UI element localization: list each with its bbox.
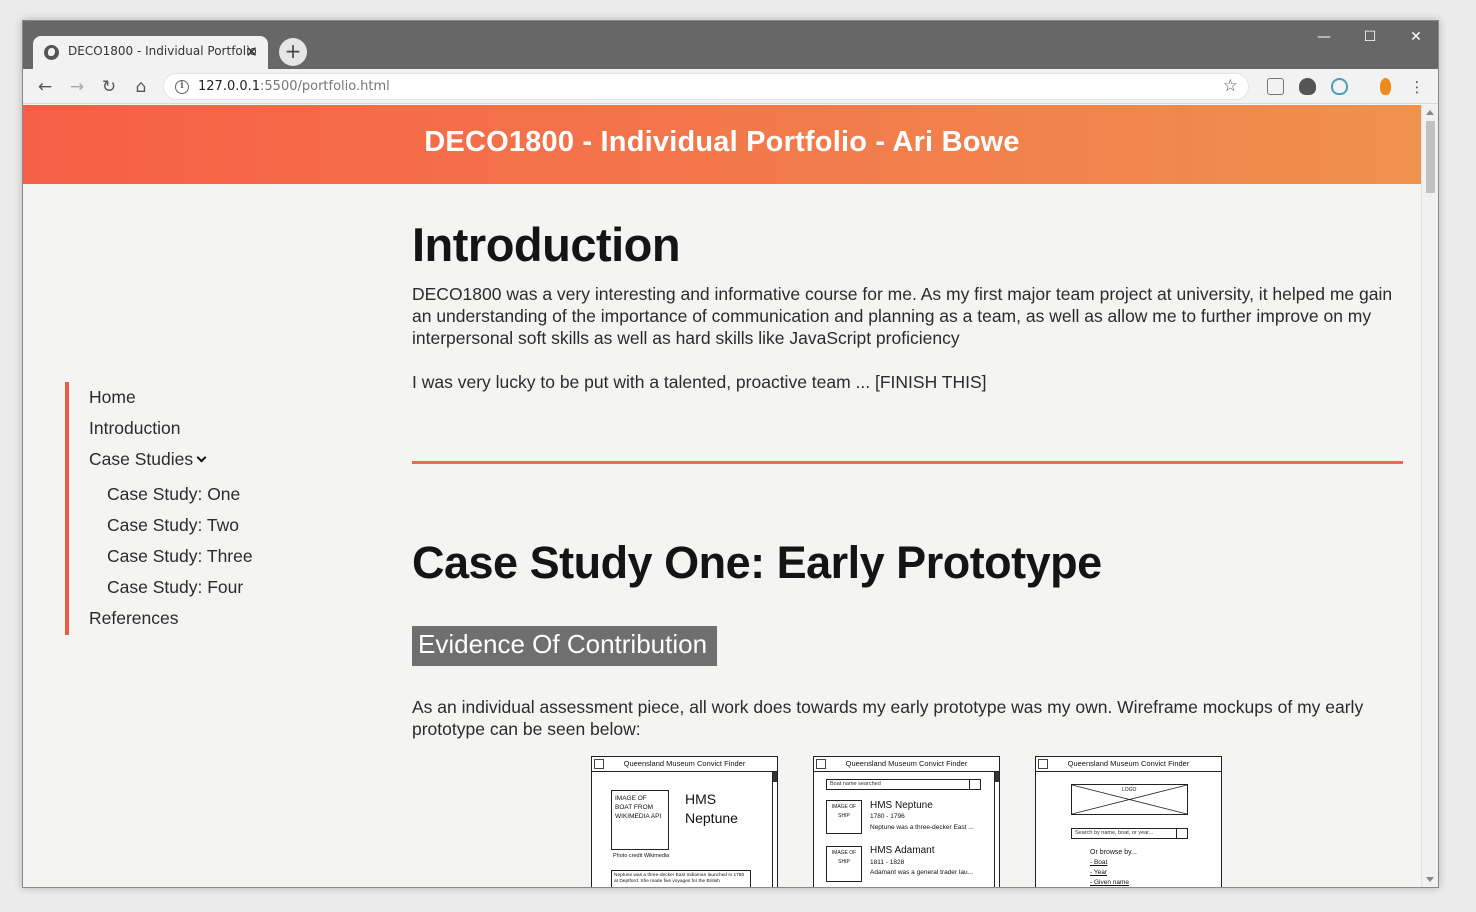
browser-window: DECO1800 - Individual Portfolio ✕ + — ☐ … (22, 20, 1439, 888)
page-viewport: DECO1800 - Individual Portfolio - Ari Bo… (23, 105, 1421, 887)
site-title: DECO1800 - Individual Portfolio - Ari Bo… (424, 126, 1020, 158)
sidebar-item-case-study-three[interactable]: Case Study: Three (107, 546, 253, 567)
wireframe-logo-box: LOGO (1071, 784, 1188, 815)
scroll-up-icon[interactable] (1426, 110, 1434, 115)
close-window-button[interactable]: ✕ (1393, 27, 1438, 47)
url-text[interactable]: 127.0.0.1:5500/portfolio.html (198, 79, 390, 94)
reload-icon[interactable]: ↻ (97, 75, 121, 99)
logo-placeholder-icon (1038, 759, 1048, 769)
tab-title: DECO1800 - Individual Portfolio (68, 44, 257, 58)
wireframe-results: Queensland Museum Convict Finder Boat na… (813, 756, 1000, 887)
menu-icon[interactable]: ⋮ (1405, 75, 1429, 99)
wireframe-ship-name: HMS Neptune (685, 791, 738, 826)
globe-icon (44, 45, 59, 60)
new-tab-button[interactable]: + (279, 38, 307, 66)
profile-icon[interactable] (1380, 78, 1391, 95)
intro-paragraph: DECO1800 was a very interesting and info… (412, 284, 1393, 348)
section-divider (412, 461, 1403, 464)
wireframe-result-desc: Adamant was a general trader lau... (870, 869, 973, 876)
wireframe-result-name: HMS Adamant (870, 845, 935, 856)
page-scrollbar[interactable] (1421, 105, 1438, 887)
wireframe-home: Queensland Museum Convict Finder LOGO Se… (1035, 756, 1222, 887)
wireframe-browse-item: - Year (1090, 869, 1107, 876)
logo-placeholder-icon (816, 759, 826, 769)
browser-toolbar: ← → ↻ ⌂ i 127.0.0.1:5500/portfolio.html … (23, 69, 1438, 104)
wireframe-result-image: IMAGE OF SHIP (826, 846, 862, 882)
shield-icon[interactable] (1331, 78, 1348, 95)
intro-heading: Introduction (412, 218, 681, 271)
close-tab-icon[interactable]: ✕ (245, 42, 258, 62)
title-bar: DECO1800 - Individual Portfolio ✕ + — ☐ … (23, 21, 1438, 69)
wireframe-search-input: Search by name, boat, or year... (1071, 828, 1188, 839)
home-icon[interactable]: ⌂ (129, 75, 153, 99)
sidebar-item-case-study-four[interactable]: Case Study: Four (107, 577, 243, 598)
minimize-button[interactable]: — (1301, 27, 1347, 47)
case-study-heading: Case Study One: Early Prototype (412, 537, 1102, 588)
wireframe-result-desc: Neptune was a three-decker East ... (870, 824, 974, 831)
case-study-paragraph: As an individual assessment piece, all w… (412, 697, 1364, 739)
wireframe-result-name: HMS Neptune (870, 800, 933, 811)
wireframe-scrollbar (994, 772, 999, 887)
browser-tab[interactable]: DECO1800 - Individual Portfolio ✕ (33, 36, 268, 69)
wireframe-result-years: 1811 - 1828 (870, 859, 905, 866)
wireframe-browse-item: - Boat (1090, 859, 1108, 866)
sidebar-item-case-study-one[interactable]: Case Study: One (107, 484, 240, 505)
sidebar-item-introduction[interactable]: Introduction (89, 418, 180, 439)
wireframe-detail: Queensland Museum Convict Finder IMAGE O… (591, 756, 778, 887)
wireframe-search-input: Boat name searched (826, 779, 981, 790)
bookmark-star-icon[interactable]: ☆ (1223, 76, 1238, 96)
wireframe-image-box: IMAGE OF BOAT FROM WIKIMEDIA API (611, 790, 669, 850)
intro-paragraph-2: I was very lucky to be put with a talent… (412, 372, 987, 392)
maximize-button[interactable]: ☐ (1347, 27, 1393, 47)
extension-icon[interactable] (1267, 78, 1284, 95)
wireframe-scrollbar (772, 772, 777, 887)
ublock-icon[interactable] (1299, 78, 1316, 95)
wireframe-result-image: IMAGE OF SHIP (826, 800, 862, 834)
sidebar-item-home[interactable]: Home (89, 387, 136, 408)
wireframe-browse-label: Or browse by... (1090, 849, 1137, 856)
site-header: DECO1800 - Individual Portfolio - Ari Bo… (23, 105, 1421, 184)
scroll-thumb[interactable] (1426, 121, 1435, 193)
logo-placeholder-icon (594, 759, 604, 769)
sidebar-item-case-studies[interactable]: Case Studies (89, 449, 207, 470)
wireframe-title: Queensland Museum Convict Finder (1036, 757, 1221, 772)
sidebar-item-case-study-two[interactable]: Case Study: Two (107, 515, 239, 536)
wireframe-logo-label: LOGO (1122, 787, 1137, 793)
sidebar-item-label: Case Studies (89, 449, 194, 469)
wireframe-credit: Photo credit Wikimedia (613, 853, 670, 859)
forward-icon[interactable]: → (65, 75, 89, 99)
wireframe-browse-item: - Given name (1090, 879, 1130, 886)
evidence-badge: Evidence Of Contribution (412, 626, 718, 666)
address-bar[interactable]: i 127.0.0.1:5500/portfolio.html ☆ (163, 73, 1249, 100)
wireframe-result-years: 1780 - 1796 (870, 813, 905, 820)
info-icon[interactable]: i (175, 80, 189, 94)
sidebar-item-references[interactable]: References (89, 608, 179, 629)
scroll-down-icon[interactable] (1426, 877, 1434, 882)
wireframe-title: Queensland Museum Convict Finder (814, 757, 999, 772)
chevron-down-icon (196, 452, 207, 463)
back-icon[interactable]: ← (33, 75, 57, 99)
wireframe-title: Queensland Museum Convict Finder (592, 757, 777, 772)
sidebar-nav: Home Introduction Case Studies Case Stud… (65, 382, 325, 635)
wireframe-description: Neptune was a three-decker East Indiaman… (611, 870, 751, 887)
